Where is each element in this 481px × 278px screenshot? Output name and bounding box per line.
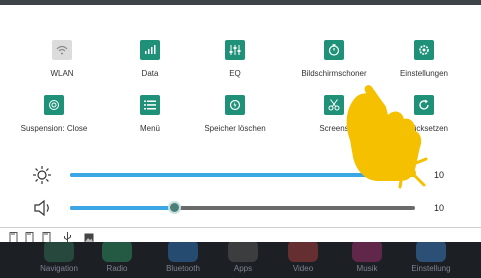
dock-einstellung[interactable]: Einstellung — [400, 242, 462, 278]
apps-grid-icon — [228, 242, 258, 262]
equalizer-icon — [225, 40, 245, 60]
tile-label: Einstellungen — [399, 69, 449, 78]
tile-label: Bildschirmschoner — [301, 69, 367, 78]
app-dock: Navigation Radio Bluetooth Apps Video Mu… — [0, 242, 481, 278]
tile-einstellungen[interactable]: Einstellungen — [374, 40, 474, 78]
navigation-app-icon — [44, 242, 74, 262]
tile-label: Data — [141, 69, 159, 78]
data-bars-icon — [140, 40, 160, 60]
volume-speaker-icon — [33, 199, 53, 222]
clear-memory-icon — [225, 95, 245, 115]
dock-apps[interactable]: Apps — [212, 242, 274, 278]
settings-app-icon — [416, 242, 446, 262]
dock-musik[interactable]: Musik — [336, 242, 398, 278]
tile-wlan[interactable]: WLAN — [12, 40, 112, 78]
video-app-icon — [288, 242, 318, 262]
bluetooth-app-icon — [168, 242, 198, 262]
menu-list-icon — [140, 95, 160, 115]
tile-label: Suspension: Close — [20, 124, 88, 133]
tile-label: Menü — [139, 124, 160, 133]
tap-gesture-hand-icon — [346, 85, 428, 189]
screensaver-timer-icon — [324, 40, 344, 60]
tile-label: Speicher löschen — [204, 124, 266, 133]
tile-speicher-loeschen[interactable]: Speicher löschen — [185, 95, 285, 133]
volume-slider-thumb[interactable] — [167, 201, 181, 214]
tile-bildschirmschoner[interactable]: Bildschirmschoner — [284, 40, 384, 78]
tile-eq[interactable]: EQ — [185, 40, 285, 78]
volume-value: 10 — [434, 203, 445, 213]
wifi-icon — [52, 40, 72, 60]
brightness-value: 10 — [434, 170, 445, 180]
dock-radio[interactable]: Radio — [86, 242, 148, 278]
dock-bluetooth[interactable]: Bluetooth — [152, 242, 214, 278]
tile-label: EQ — [229, 69, 241, 78]
tile-suspension[interactable]: Suspension: Close — [4, 95, 104, 133]
radio-app-icon — [102, 242, 132, 262]
dock-video[interactable]: Video — [272, 242, 334, 278]
dock-navigation[interactable]: Navigation — [28, 242, 90, 278]
music-app-icon — [352, 242, 382, 262]
volume-slider-fill — [70, 206, 174, 210]
tile-label: WLAN — [50, 69, 74, 78]
suspension-icon — [44, 95, 64, 115]
settings-gear-icon — [414, 40, 434, 60]
brightness-sun-icon — [32, 165, 52, 190]
status-bar — [0, 227, 481, 243]
